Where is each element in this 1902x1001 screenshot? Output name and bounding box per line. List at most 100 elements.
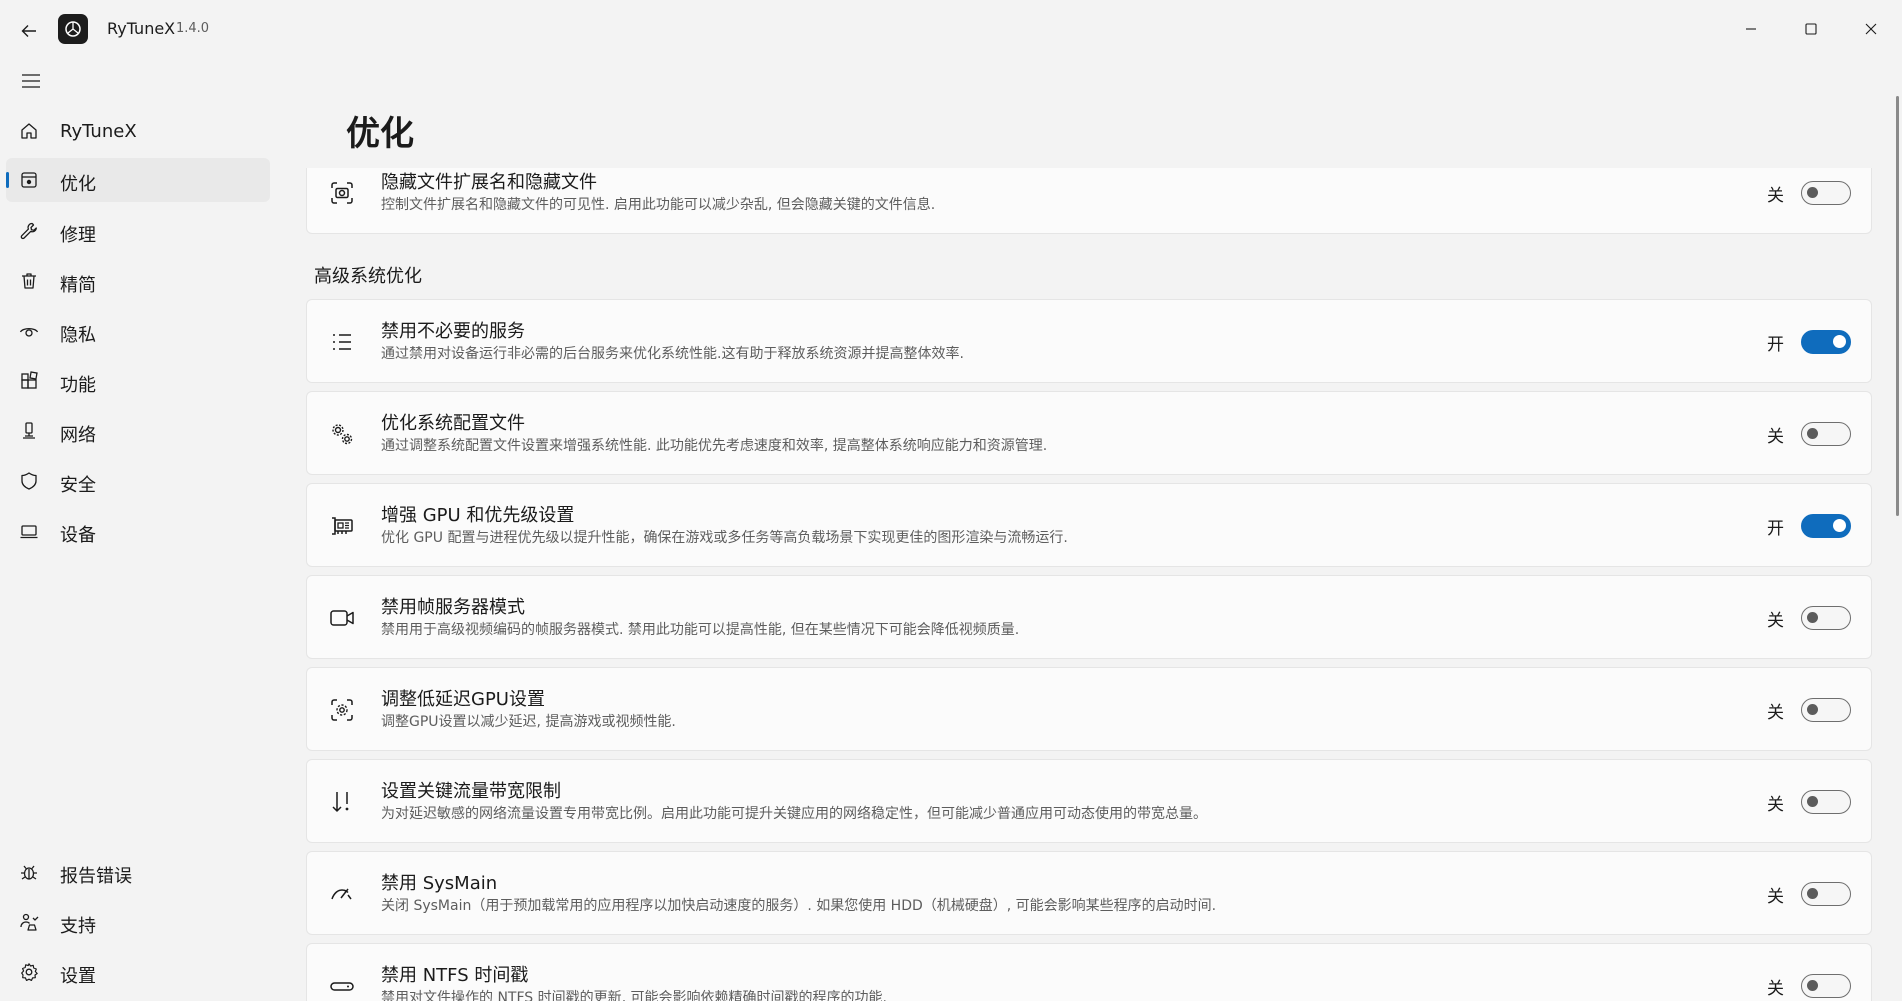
back-arrow-icon <box>21 25 36 37</box>
setting-title: 设置关键流量带宽限制 <box>381 781 561 802</box>
setting-card-ntfs-timestamp: 禁用 NTFS 时间戳 禁用对文件操作的 NTFS 时间戳的更新, 可能会影响依… <box>306 943 1872 1001</box>
camera-scan-icon <box>327 178 357 208</box>
wrench-icon <box>18 220 40 242</box>
sidebar-item-label: 设置 <box>60 966 96 987</box>
trash-icon <box>18 270 40 292</box>
toggle-switch[interactable] <box>1801 974 1851 998</box>
optimize-icon <box>18 169 40 191</box>
bandwidth-icon <box>327 787 357 817</box>
toggle-switch[interactable] <box>1801 181 1851 205</box>
sidebar-item-optimize[interactable]: 优化 <box>6 158 270 202</box>
toggle-state-label: 关 <box>1767 427 1784 447</box>
setting-title: 禁用 NTFS 时间戳 <box>381 965 529 986</box>
speed-icon <box>327 879 357 909</box>
sidebar-item-label: 网络 <box>60 425 96 446</box>
setting-card-bandwidth-limit: 设置关键流量带宽限制 为对延迟敏感的网络流量设置专用带宽比例。启用此功能可提升关… <box>306 759 1872 843</box>
sidebar-item-debloat[interactable]: 精简 <box>6 259 270 303</box>
video-icon <box>327 603 357 633</box>
app-window: RyTuneX 1.4.0 RyTuneX 优化 修理 精简 隐私 功能 网络 … <box>0 0 1902 1001</box>
gpu-adjust-icon <box>327 695 357 725</box>
toggle-state-label: 开 <box>1767 335 1784 355</box>
sidebar-item-network[interactable]: 网络 <box>6 409 270 453</box>
setting-card-system-profile: 优化系统配置文件 通过调整系统配置文件设置来增强系统性能. 此功能优先考虑速度和… <box>306 391 1872 475</box>
setting-title: 禁用 SysMain <box>381 873 498 894</box>
sidebar-item-report-bug[interactable]: 报告错误 <box>6 850 270 894</box>
close-icon <box>1865 23 1877 35</box>
sidebar-item-label: 隐私 <box>60 325 96 346</box>
sidebar-item-label: 报告错误 <box>60 866 132 887</box>
setting-description: 优化 GPU 配置与进程优先级以提升性能，确保在游戏或多任务等高负载场景下实现更… <box>381 530 1068 546</box>
sidebar-item-device[interactable]: 设备 <box>6 509 270 553</box>
toggle-knob <box>1807 187 1818 198</box>
toggle-state-label: 关 <box>1767 979 1784 999</box>
sidebar-item-features[interactable]: 功能 <box>6 359 270 403</box>
toggle-switch[interactable] <box>1801 790 1851 814</box>
section-header-advanced: 高级系统优化 <box>314 266 422 287</box>
vertical-scrollbar[interactable] <box>1896 96 1899 516</box>
shield-icon <box>18 470 40 492</box>
setting-description: 调整GPU设置以减少延迟, 提高游戏或视频性能. <box>381 714 676 730</box>
settings-scroll-area[interactable]: 隐藏文件扩展名和隐藏文件 控制文件扩展名和隐藏文件的可见性. 启用此功能可以减少… <box>306 168 1872 1001</box>
sidebar-item-home[interactable]: RyTuneX <box>6 109 270 153</box>
gear-icon <box>18 961 40 983</box>
sidebar-item-label: 设备 <box>60 525 96 546</box>
minimize-button[interactable] <box>1728 10 1774 48</box>
setting-title: 禁用不必要的服务 <box>381 321 525 342</box>
bug-icon <box>18 861 40 883</box>
sidebar-item-label: 优化 <box>60 174 96 195</box>
home-icon <box>18 120 40 142</box>
sidebar-item-security[interactable]: 安全 <box>6 459 270 503</box>
toggle-switch[interactable] <box>1801 422 1851 446</box>
toggle-knob <box>1833 519 1846 532</box>
setting-description: 关闭 SysMain（用于预加载常用的应用程序以加快启动速度的服务）. 如果您使… <box>381 898 1217 914</box>
toggle-knob <box>1807 428 1818 439</box>
toggle-knob <box>1807 980 1818 991</box>
toggle-switch[interactable] <box>1801 514 1851 538</box>
back-button[interactable] <box>14 16 44 46</box>
apps-icon <box>18 370 40 392</box>
setting-description: 禁用对文件操作的 NTFS 时间戳的更新, 可能会影响依赖精确时间戳的程序的功能… <box>381 990 887 1001</box>
setting-description: 为对延迟敏感的网络流量设置专用带宽比例。启用此功能可提升关键应用的网络稳定性，但… <box>381 806 1207 822</box>
toggle-switch[interactable] <box>1801 606 1851 630</box>
network-icon <box>18 420 40 442</box>
app-version: 1.4.0 <box>176 21 210 36</box>
toggle-knob <box>1807 796 1818 807</box>
toggle-switch[interactable] <box>1801 330 1851 354</box>
setting-title: 调整低延迟GPU设置 <box>381 689 545 710</box>
toggle-switch[interactable] <box>1801 882 1851 906</box>
setting-card-hide-extensions: 隐藏文件扩展名和隐藏文件 控制文件扩展名和隐藏文件的可见性. 启用此功能可以减少… <box>306 168 1872 234</box>
sidebar-item-label: 修理 <box>60 225 96 246</box>
setting-title: 优化系统配置文件 <box>381 413 525 434</box>
hamburger-menu-button[interactable] <box>14 66 48 96</box>
gears-icon <box>327 419 357 449</box>
sidebar-item-label: 支持 <box>60 916 96 937</box>
app-logo-icon <box>58 14 88 44</box>
sidebar-item-privacy[interactable]: 隐私 <box>6 309 270 353</box>
support-icon <box>18 911 40 933</box>
list-icon <box>327 327 357 357</box>
setting-card-low-latency-gpu: 调整低延迟GPU设置 调整GPU设置以减少延迟, 提高游戏或视频性能. 关 <box>306 667 1872 751</box>
setting-card-frame-server: 禁用帧服务器模式 禁用用于高级视频编码的帧服务器模式. 禁用此功能可以提高性能,… <box>306 575 1872 659</box>
hamburger-icon <box>22 74 40 88</box>
setting-description: 禁用用于高级视频编码的帧服务器模式. 禁用此功能可以提高性能, 但在某些情况下可… <box>381 622 1020 638</box>
laptop-icon <box>18 520 40 542</box>
toggle-knob <box>1807 704 1818 715</box>
drive-icon <box>327 971 357 1001</box>
sidebar-item-label: RyTuneX <box>60 121 137 142</box>
sidebar-item-support[interactable]: 支持 <box>6 900 270 944</box>
setting-card-gpu-priority: 增强 GPU 和优先级设置 优化 GPU 配置与进程优先级以提升性能，确保在游戏… <box>306 483 1872 567</box>
setting-title: 禁用帧服务器模式 <box>381 597 525 618</box>
eye-icon <box>18 320 40 342</box>
close-button[interactable] <box>1848 10 1894 48</box>
setting-title: 增强 GPU 和优先级设置 <box>381 505 575 526</box>
toggle-switch[interactable] <box>1801 698 1851 722</box>
setting-card-sysmain: 禁用 SysMain 关闭 SysMain（用于预加载常用的应用程序以加快启动速… <box>306 851 1872 935</box>
setting-description: 通过禁用对设备运行非必需的后台服务来优化系统性能.这有助于释放系统资源并提高整体… <box>381 346 964 362</box>
maximize-button[interactable] <box>1788 10 1834 48</box>
title-bar: RyTuneX 1.4.0 <box>0 0 1902 58</box>
toggle-knob <box>1807 888 1818 899</box>
setting-description: 通过调整系统配置文件设置来增强系统性能. 此功能优先考虑速度和效率, 提高整体系… <box>381 438 1048 454</box>
sidebar-item-repair[interactable]: 修理 <box>6 209 270 253</box>
sidebar-item-settings[interactable]: 设置 <box>6 950 270 994</box>
gpu-icon <box>327 511 357 541</box>
